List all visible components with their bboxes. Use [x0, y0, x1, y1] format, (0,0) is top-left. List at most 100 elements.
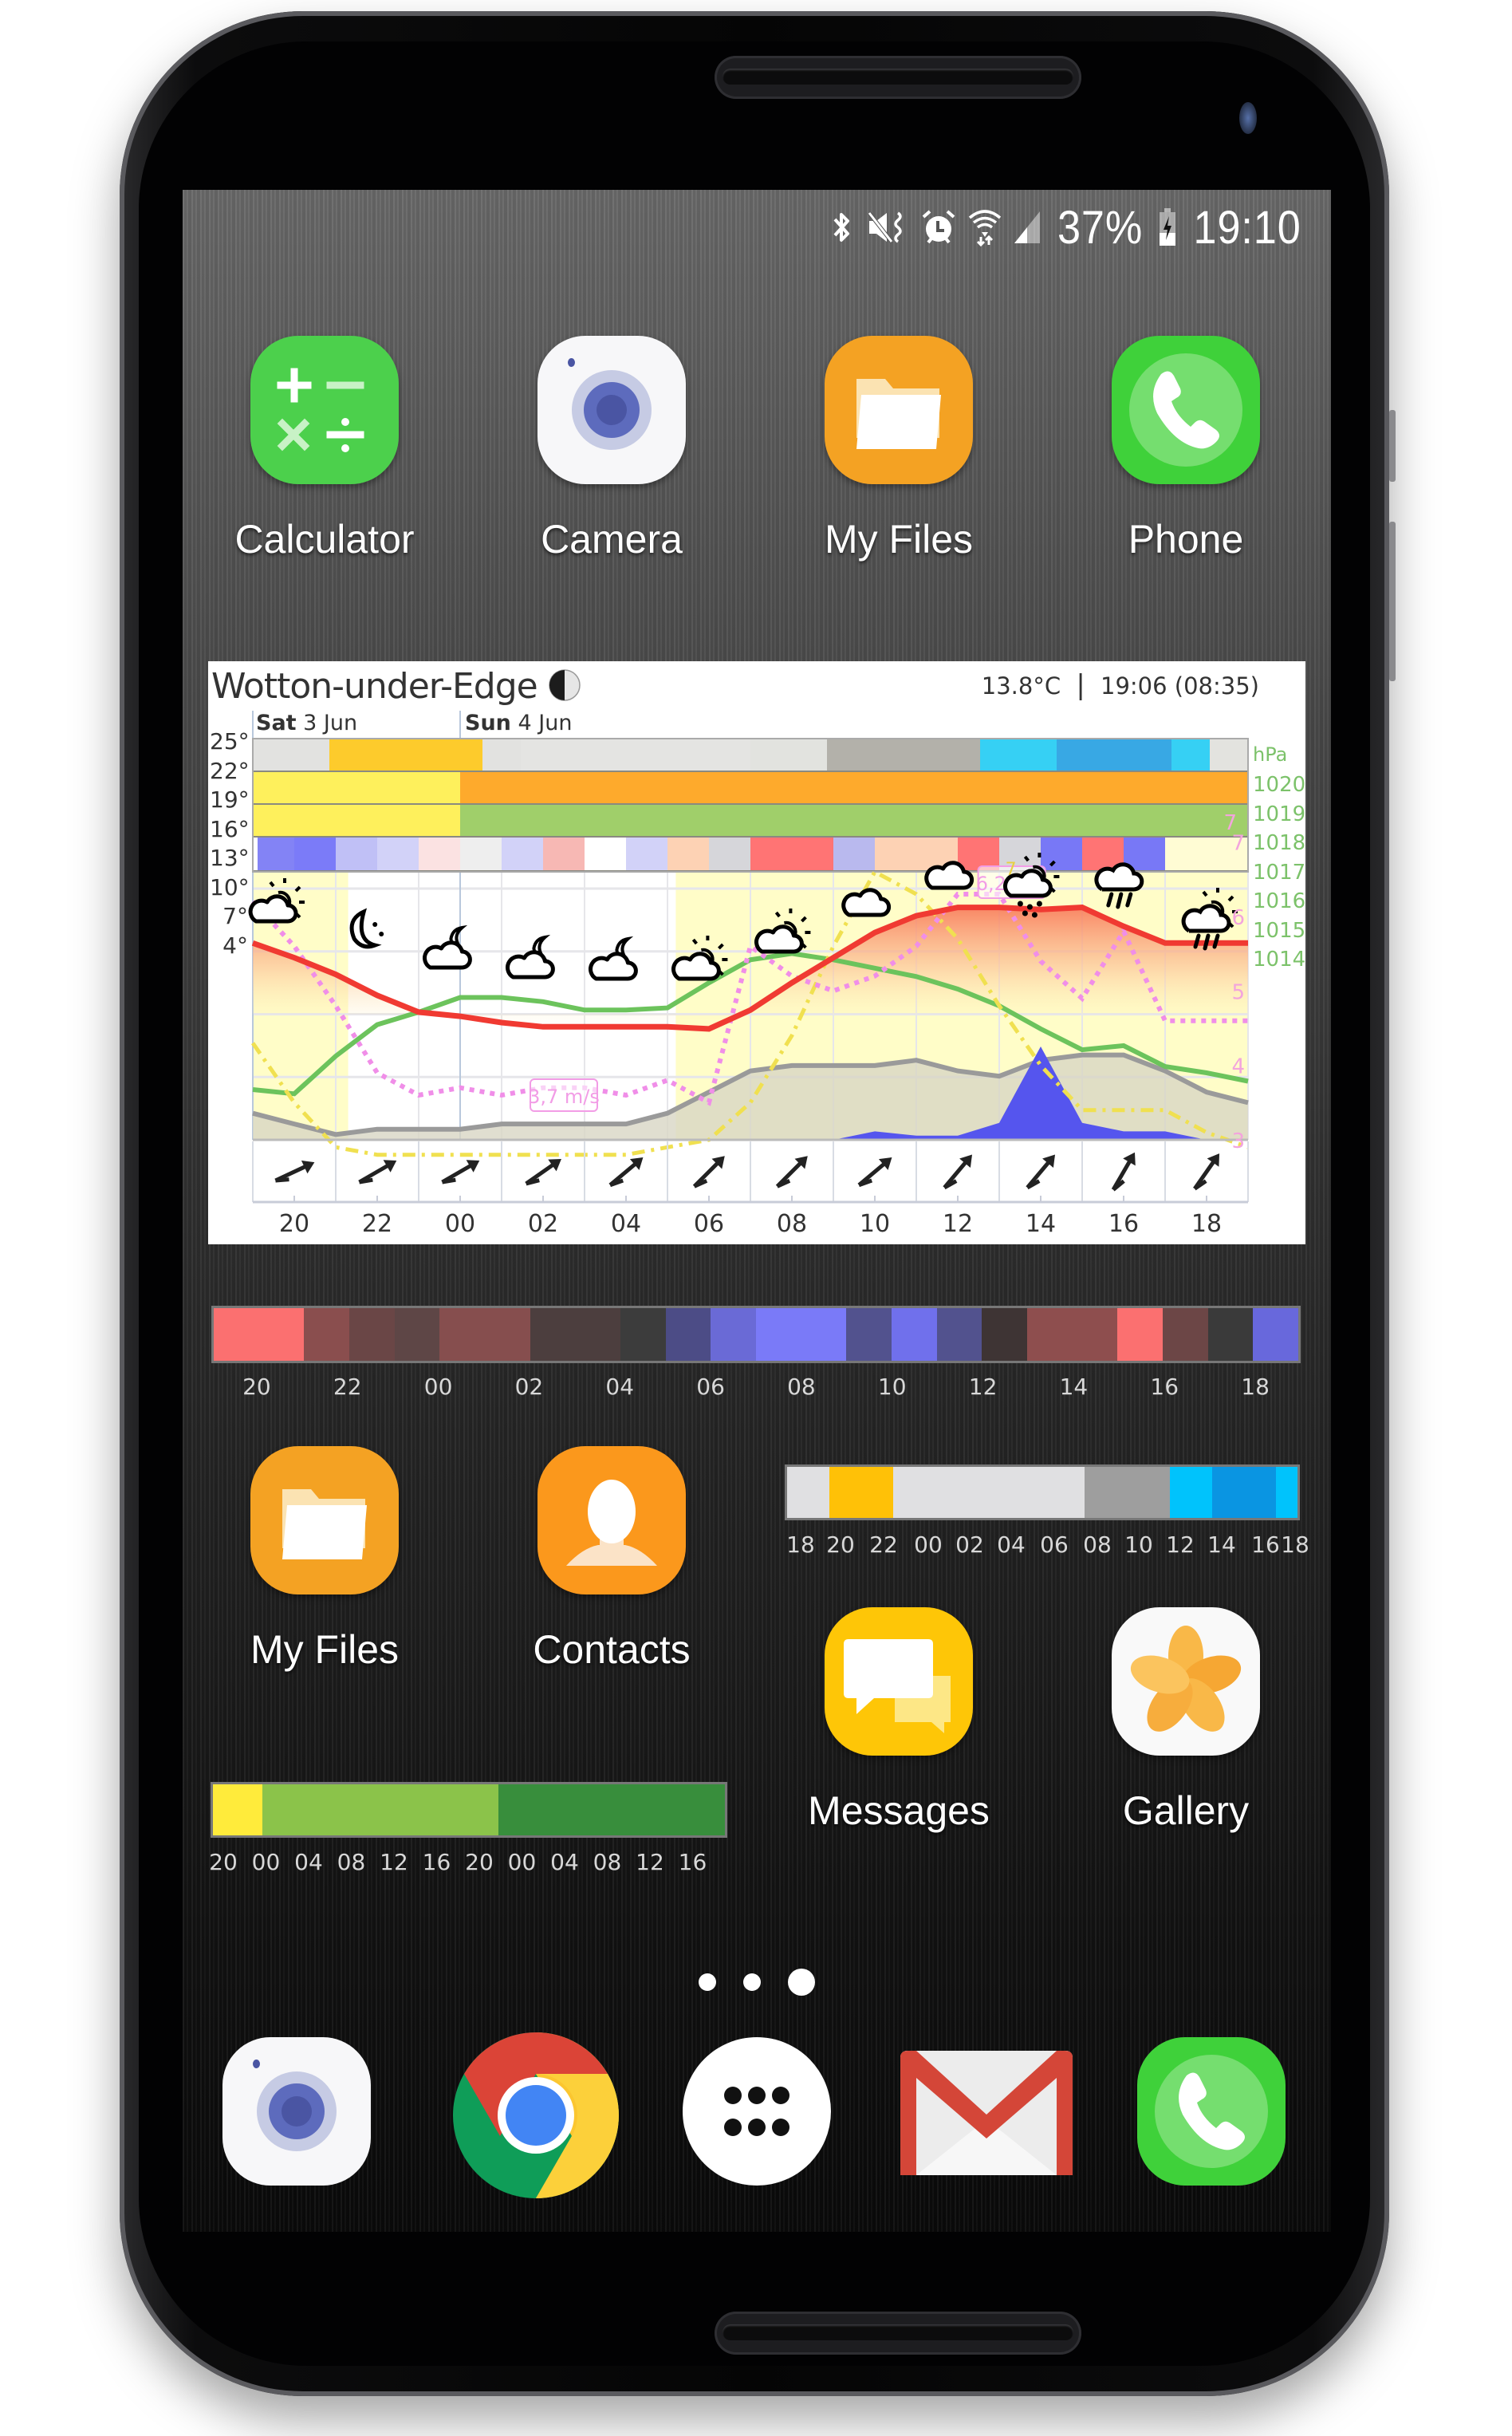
temp-trend-cell — [620, 1308, 666, 1361]
wind-arrow-icon — [692, 1156, 725, 1188]
strip-hour-label: 12 — [380, 1849, 408, 1875]
dock-app-drawer[interactable] — [683, 2037, 831, 2186]
wind-speed-label: 3,7 m/s — [528, 1086, 600, 1108]
strip-hour-label: 04 — [550, 1849, 579, 1875]
status-bar: 37% 19:10 — [828, 199, 1307, 255]
strip-hour-label: 16 — [422, 1849, 451, 1875]
pollen-band-day2 — [460, 804, 1248, 837]
app-my-files[interactable]: My Files — [791, 336, 1006, 562]
temp-trend-cell — [982, 1308, 1028, 1361]
pollen-segment — [262, 1784, 499, 1835]
temp-trend-cell — [756, 1308, 801, 1361]
vibrate-mute-icon — [867, 210, 909, 245]
temp-trend-cell — [304, 1308, 350, 1361]
strip-hour-label: 18 — [1281, 1531, 1309, 1558]
cloud-cover-cell — [636, 739, 675, 771]
app-label: My Files — [824, 517, 974, 562]
hour-label: 06 — [693, 1210, 725, 1238]
temp-trend-cell — [1117, 1308, 1164, 1361]
wifi-icon — [968, 210, 1002, 246]
cloud-cover-cell — [904, 739, 943, 771]
temp-trend-cell — [665, 1308, 711, 1361]
hour-label: 08 — [776, 1210, 808, 1238]
hour-label: 20 — [278, 1210, 310, 1238]
cloud-cover-cell — [521, 739, 560, 771]
wind-tick-label: 5 — [1231, 980, 1245, 1004]
dock-phone[interactable] — [1137, 2037, 1286, 2186]
strip-hour-label: 08 — [1083, 1531, 1112, 1558]
cloud-cover-segment — [787, 1467, 830, 1518]
strip-hour-label: 16 — [678, 1849, 707, 1875]
dock-gmail[interactable] — [900, 2051, 1073, 2175]
temp-change-cell — [377, 837, 419, 871]
volume-button[interactable] — [1389, 522, 1396, 681]
app-label: My Files — [250, 1627, 400, 1672]
strip-hour-label: 20 — [465, 1849, 494, 1875]
dock-camera[interactable] — [222, 2037, 371, 2186]
app-messages[interactable]: Messages — [791, 1607, 1006, 1834]
page-dot-3-active[interactable] — [788, 1969, 815, 1996]
wind-arrow-icon — [608, 1157, 644, 1188]
hour-label: 22 — [361, 1210, 393, 1238]
phone-icon — [1137, 2037, 1286, 2186]
dock-chrome[interactable] — [451, 2031, 620, 2200]
app-camera[interactable]: Camera — [504, 336, 719, 562]
strip-hour-label: 04 — [294, 1849, 323, 1875]
temp-change-cell — [419, 837, 461, 871]
cloud-cover-segment — [1212, 1467, 1277, 1518]
strip-hour-label: 02 — [514, 1374, 544, 1400]
gmail-icon — [900, 2051, 1073, 2175]
page-dot-1[interactable] — [699, 1973, 716, 1991]
wind-tick-label: 6 — [1231, 906, 1245, 930]
calculator-icon — [250, 336, 399, 484]
folder-icon — [250, 1446, 399, 1594]
temp-change-cell — [543, 837, 585, 871]
cloud-cover-segment — [1170, 1467, 1213, 1518]
page-indicator[interactable] — [183, 1969, 1331, 1996]
strip-hour-label: 00 — [251, 1849, 281, 1875]
strip-hour-label: 10 — [1124, 1531, 1153, 1558]
wind-arrow-icon — [1111, 1152, 1136, 1192]
cloud-cover-cell — [942, 739, 981, 771]
temp-change-cell — [667, 837, 710, 871]
strip-hour-label: 14 — [1207, 1531, 1236, 1558]
temperature-trend-strip[interactable] — [211, 1306, 1301, 1363]
earpiece-speaker — [715, 56, 1081, 99]
wind-arrow-icon — [1026, 1154, 1055, 1190]
cloud-cover-cell — [789, 739, 828, 771]
cloud-cover-cell — [559, 739, 598, 771]
cloud-cover-cell — [712, 739, 751, 771]
weather-meteogram-widget[interactable]: Wotton-under-Edge 13.8°C | 19:06 (08:35)… — [208, 661, 1305, 1244]
app-phone[interactable]: Phone — [1078, 336, 1293, 562]
app-label: Calculator — [234, 517, 415, 562]
cloud-cover-cell — [482, 739, 522, 771]
strip-hour-label: 00 — [423, 1374, 453, 1400]
app-my-files[interactable]: My Files — [217, 1446, 432, 1673]
chrome-icon — [453, 2032, 619, 2198]
app-contacts[interactable]: Contacts — [504, 1446, 719, 1673]
temp-trend-cell — [892, 1308, 937, 1361]
app-calculator[interactable]: Calculator — [217, 336, 432, 562]
hour-label: 16 — [1108, 1210, 1140, 1238]
messages-icon — [825, 1607, 973, 1756]
hour-label: 10 — [859, 1210, 891, 1238]
temp-trend-cell — [530, 1308, 576, 1361]
temp-change-cell — [833, 837, 876, 871]
alarm-icon — [920, 210, 957, 245]
cloud-cover-segment — [1276, 1467, 1297, 1518]
uv-band-day1 — [253, 771, 460, 804]
power-button[interactable] — [1389, 410, 1396, 482]
app-label: Contacts — [533, 1627, 691, 1672]
uv-band-day2 — [460, 771, 1248, 804]
wind-arrow-icon — [943, 1154, 972, 1190]
app-gallery[interactable]: Gallery — [1078, 1607, 1293, 1834]
pollen-segment — [213, 1784, 262, 1835]
wind-tick-label: 7 — [1231, 832, 1245, 856]
cloud-cover-cell — [291, 739, 330, 771]
clock: 19:10 — [1193, 201, 1301, 254]
pollen-strip[interactable] — [211, 1782, 727, 1838]
strip-hour-label: 08 — [337, 1849, 366, 1875]
page-dot-2[interactable] — [743, 1973, 761, 1991]
cloud-cover-strip[interactable] — [785, 1464, 1300, 1520]
camera-icon — [537, 336, 686, 484]
